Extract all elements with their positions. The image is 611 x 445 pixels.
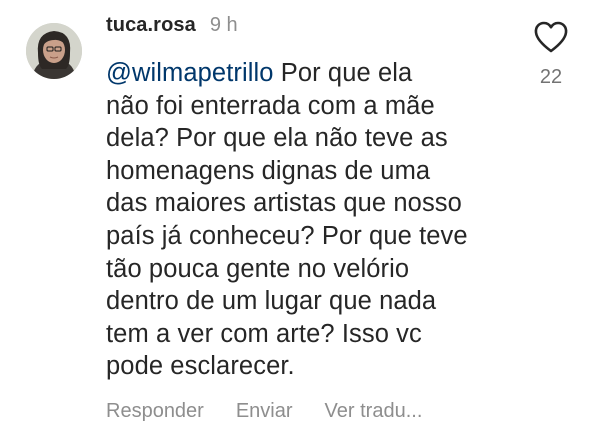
comment-line: pode esclarecer. <box>106 352 295 381</box>
reply-button[interactable]: Responder <box>106 400 204 423</box>
like-count: 22 <box>539 66 563 88</box>
avatar[interactable] <box>26 23 82 79</box>
comment-line: das maiores artistas que nosso <box>106 189 462 218</box>
comment-line: não foi enterrada com a mãe <box>106 91 435 120</box>
comment-line: dentro de um lugar que nada <box>106 287 437 316</box>
comment-line: dela? Por que ela não teve as <box>106 124 448 153</box>
username[interactable]: tuca.rosa <box>106 14 196 37</box>
comment-text: @wilmapetrillo Por que ela não foi enter… <box>106 57 526 383</box>
comment-header: tuca.rosa 9 h <box>106 14 238 46</box>
translate-button[interactable]: Ver tradu... <box>325 400 423 423</box>
timestamp: 9 h <box>209 14 238 36</box>
comment-line-1-text: Por que ela <box>273 59 413 87</box>
avatar-image <box>26 23 82 79</box>
comment-line: país já conheceu? Por que teve <box>106 221 468 250</box>
comment-line: tão pouca gente no velório <box>106 254 410 283</box>
heart-outline-icon <box>534 21 568 53</box>
comment-actions: Responder Enviar Ver tradu... <box>106 400 422 423</box>
mention-link[interactable]: @wilmapetrillo <box>106 59 274 87</box>
comment-line: homenagens dignas de uma <box>106 156 431 185</box>
like-button[interactable] <box>533 20 569 54</box>
comment: tuca.rosa 9 h @wilmapetrillo Por que ela… <box>0 0 611 445</box>
comment-line-1: @wilmapetrillo Por que ela <box>106 57 526 90</box>
send-button[interactable]: Enviar <box>236 400 293 423</box>
comment-line: tem a ver com arte? Isso vc <box>106 319 422 348</box>
